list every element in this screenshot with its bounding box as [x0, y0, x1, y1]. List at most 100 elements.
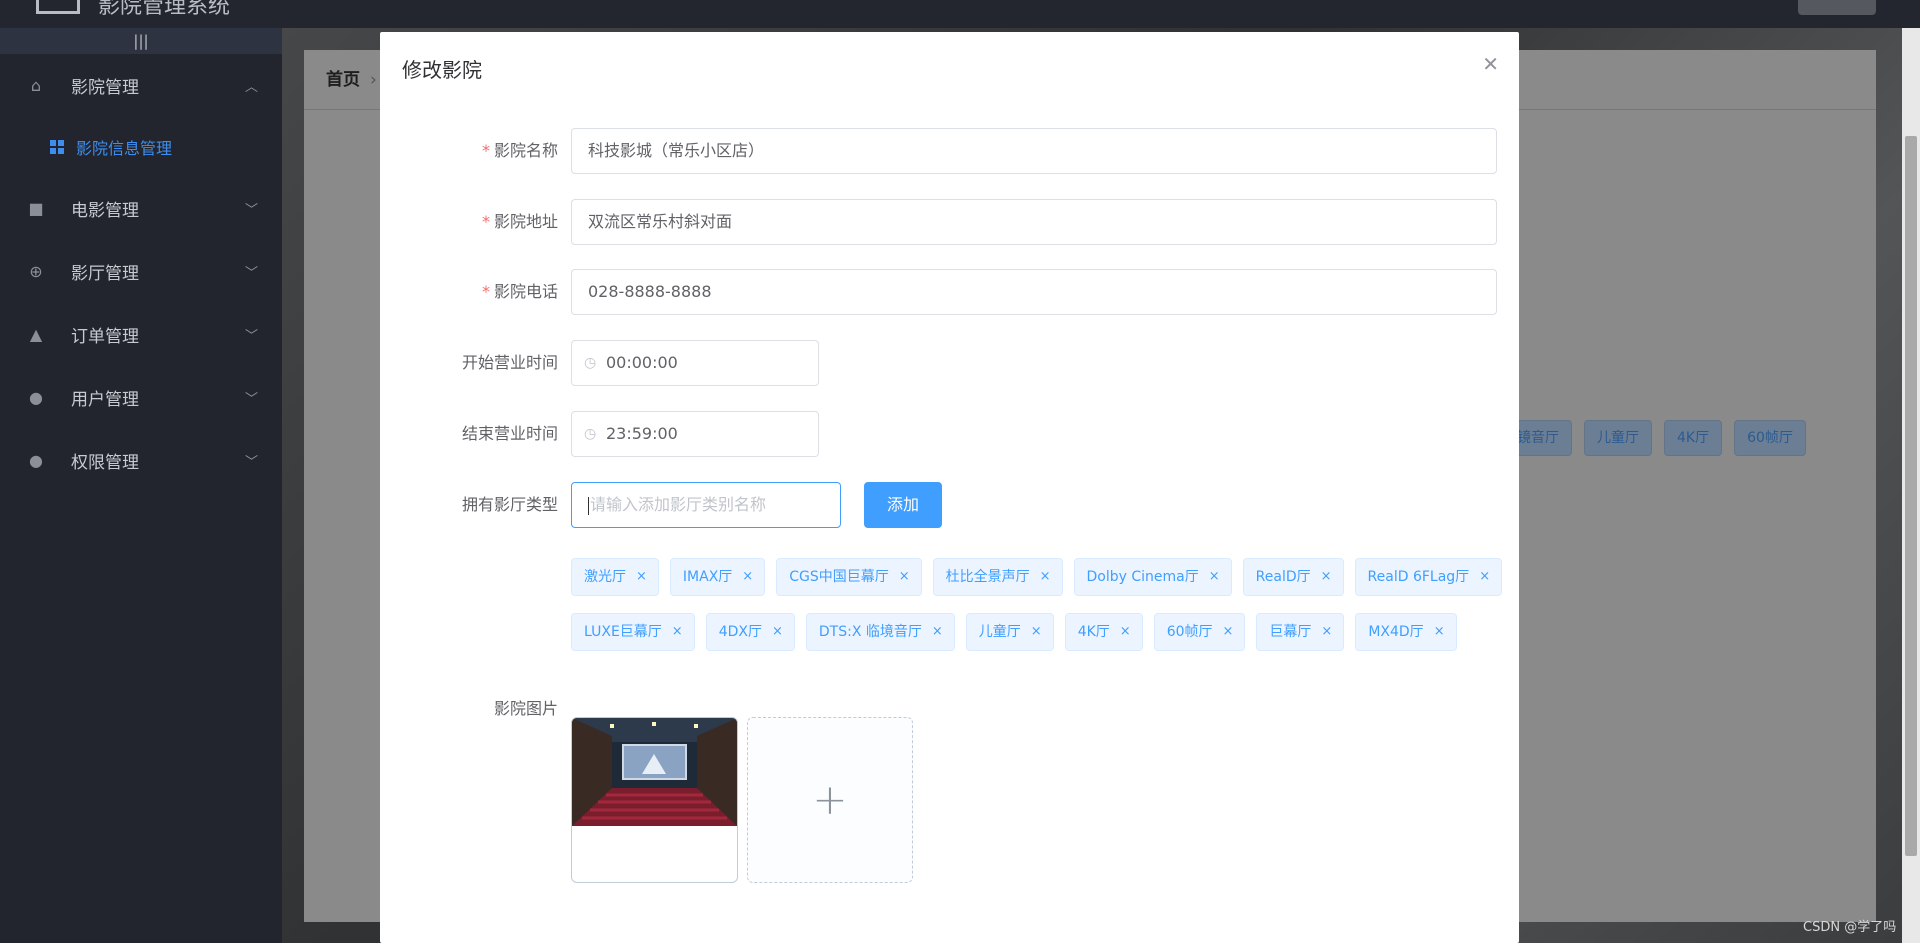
hall-type-tag: 4K厅 × [1064, 613, 1143, 651]
close-icon[interactable]: × [1040, 559, 1051, 595]
required-mark: * [481, 212, 490, 231]
sidebar-item-label: 订单管理 [71, 327, 139, 347]
hall-type-tag: 巨幕厅 × [1256, 613, 1345, 651]
sidebar-item-label: 用户管理 [71, 390, 139, 410]
close-time-label: 结束营业时间 [461, 424, 558, 443]
hall-types-label: 拥有影厅类型 [461, 495, 558, 514]
sidebar-item-order[interactable]: ▲ 订单管理 ﹀ [0, 303, 282, 366]
tag-row: 激光厅 × IMAX厅 × CGS中国巨幕厅 × 杜比全景声厅 × Dolby Cine… [571, 558, 1503, 596]
form-row-name: * 影院名称 科技影城（常乐小区店） [380, 128, 1519, 174]
hall-type-tag: MX4D厅 × [1355, 613, 1457, 651]
cinema-picture-thumbnail[interactable] [571, 717, 738, 883]
hall-type-tag: 杜比全景声厅 × [932, 558, 1063, 596]
chevron-up-icon: ︿ [244, 80, 258, 95]
close-icon[interactable]: × [742, 559, 753, 595]
close-icon[interactable]: × [899, 559, 910, 595]
close-icon[interactable]: × [932, 614, 943, 650]
sidebar-item-permission[interactable]: ● 权限管理 ﹀ [0, 429, 282, 492]
background-tag: 60帧厅 [1734, 420, 1806, 456]
breadcrumb-separator-icon: › [370, 70, 377, 90]
close-time-value: 23:59:00 [606, 424, 678, 443]
sidebar-item-hall[interactable]: ⊕ 影厅管理 ﹀ [0, 240, 282, 303]
open-time-value: 00:00:00 [606, 353, 678, 372]
target-icon: ⊕ [29, 262, 43, 281]
close-icon[interactable]: × [1321, 614, 1332, 650]
scrollbar-thumb[interactable] [1905, 136, 1917, 856]
hall-type-tag: DTS:X 临境音厅 × [805, 613, 955, 651]
chevron-down-icon: ﹀ [244, 455, 258, 470]
chevron-down-icon: ﹀ [244, 203, 258, 218]
sidebar-item-label: 影厅管理 [71, 264, 139, 284]
form-row-phone: * 影院电话 028-8888-8888 [380, 269, 1519, 315]
tag-row: LUXE巨幕厅 × 4DX厅 × DTS:X 临境音厅 × 儿童厅 × 4K厅 × 60帧… [571, 613, 1497, 651]
top-bar: 影院管理系统 [0, 0, 1920, 28]
cinema-address-input[interactable]: 双流区常乐村斜对面 [571, 199, 1497, 245]
close-icon[interactable]: × [1031, 614, 1042, 650]
background-tag: 儿童厅 [1584, 420, 1652, 456]
chevron-down-icon: ﹀ [244, 329, 258, 344]
hall-type-tag: RealD 6FLag厅 × [1354, 558, 1503, 596]
watermark: CSDN @学了吗 [1803, 920, 1897, 935]
close-time-picker[interactable]: ◷ 23:59:00 [571, 411, 819, 457]
plus-icon: + [812, 775, 848, 824]
video-camera-icon: ■ [28, 199, 44, 218]
hall-type-placeholder: 请输入添加影厅类别名称 [590, 495, 767, 514]
cinema-phone-input[interactable]: 028-8888-8888 [571, 269, 1497, 315]
chevron-down-icon: ﹀ [244, 266, 258, 281]
close-icon[interactable]: × [636, 559, 647, 595]
sidebar-collapse-toggle[interactable]: ||| [0, 28, 282, 54]
sidebar-subitem-label: 影院信息管理 [76, 139, 173, 158]
close-icon[interactable]: × [1120, 614, 1131, 650]
close-icon[interactable]: ✕ [1482, 52, 1499, 76]
picture-upload-button[interactable]: + [747, 717, 913, 883]
cinema-name-label: * 影院名称 [481, 141, 558, 160]
sidebar: ||| ⌂ 影院管理 ︿ 影院信息管理 ■ 电影管理 ﹀ ⊕ 影厅管理 ﹀ ▲ … [0, 28, 282, 943]
close-icon[interactable]: × [1209, 559, 1220, 595]
sidebar-item-user[interactable]: ● 用户管理 ﹀ [0, 366, 282, 429]
home-icon: ⌂ [30, 76, 42, 95]
user-menu-button[interactable] [1798, 0, 1876, 15]
form-row-open-time: 开始营业时间 ◷ 00:00:00 [380, 340, 1519, 386]
sidebar-item-label: 电影管理 [71, 201, 139, 221]
cinema-name-input[interactable]: 科技影城（常乐小区店） [571, 128, 1497, 174]
close-icon[interactable]: × [1223, 614, 1234, 650]
required-mark: * [481, 141, 490, 160]
sidebar-item-movie[interactable]: ■ 电影管理 ﹀ [0, 177, 282, 240]
background-tag-list: 镜音厅 儿童厅 4K厅 60帧厅 [1504, 420, 1806, 456]
grid-icon [50, 140, 64, 154]
close-icon[interactable]: × [1479, 559, 1490, 595]
cinema-picture-label: 影院图片 [493, 699, 558, 718]
close-icon[interactable]: × [772, 614, 783, 650]
open-time-picker[interactable]: ◷ 00:00:00 [571, 340, 819, 386]
hall-type-tag: Dolby Cinema厅 × [1073, 558, 1232, 596]
hall-type-input[interactable]: 请输入添加影厅类别名称 [571, 482, 841, 528]
chevron-down-icon: ﹀ [244, 392, 258, 407]
hall-type-tag: IMAX厅 × [669, 558, 766, 596]
required-mark: * [481, 282, 490, 301]
bell-icon: ▲ [29, 325, 43, 344]
sidebar-subitem-cinema-info[interactable]: 影院信息管理 [0, 117, 282, 177]
dialog-header: 修改影院 ✕ [380, 32, 1519, 104]
clock-icon: ◷ [584, 355, 597, 371]
close-icon[interactable]: × [1321, 559, 1332, 595]
page-scrollbar[interactable] [1902, 28, 1920, 943]
cinema-hall-image [572, 718, 737, 826]
hall-type-tag: CGS中国巨幕厅 × [776, 558, 922, 596]
cinema-address-label: * 影院地址 [481, 212, 558, 231]
hall-type-tag: 激光厅 × [571, 558, 659, 596]
edit-cinema-dialog: 修改影院 ✕ * 影院名称 科技影城（常乐小区店） * 影院地址 双流区常乐村斜对面… [380, 32, 1519, 943]
app-logo [36, 0, 80, 14]
close-icon[interactable]: × [672, 614, 683, 650]
form-row-address: * 影院地址 双流区常乐村斜对面 [380, 199, 1519, 245]
sidebar-item-cinema[interactable]: ⌂ 影院管理 ︿ [0, 54, 282, 117]
background-tag: 4K厅 [1664, 420, 1723, 456]
sidebar-item-label: 影院管理 [71, 78, 139, 98]
user-icon: ● [29, 451, 43, 470]
breadcrumb-home[interactable]: 首页 [326, 70, 360, 90]
hall-type-tag: 60帧厅 × [1153, 613, 1246, 651]
hall-type-tag-list: 激光厅 × IMAX厅 × CGS中国巨幕厅 × 杜比全景声厅 × Dolby Cine… [571, 558, 1503, 668]
add-hall-type-button[interactable]: 添加 [864, 482, 942, 528]
hall-type-tag: RealD厅 × [1242, 558, 1344, 596]
clock-icon: ◷ [584, 426, 597, 442]
close-icon[interactable]: × [1434, 614, 1445, 650]
